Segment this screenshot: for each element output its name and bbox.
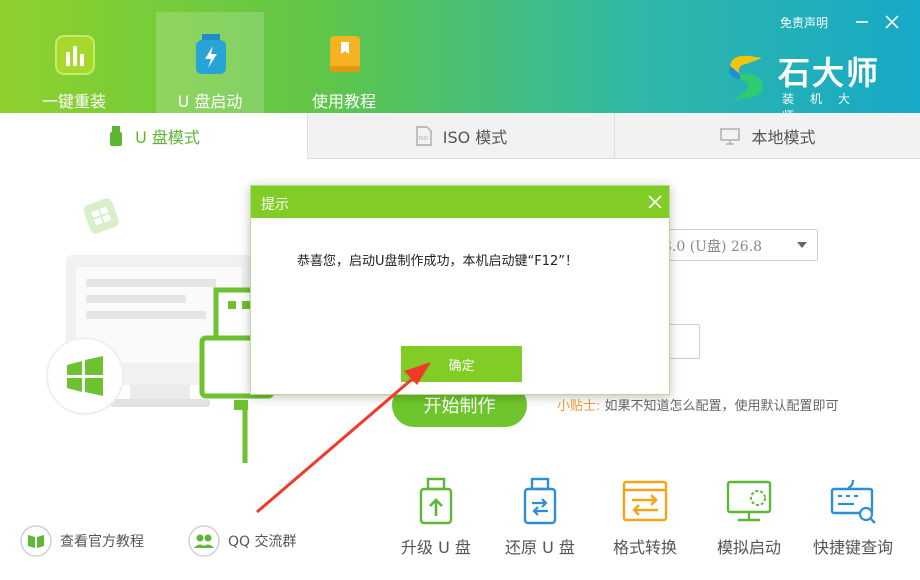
minimize-icon[interactable] [852, 12, 872, 32]
tool-restore-usb[interactable]: 还原 U 盘 [490, 476, 590, 557]
nav-tutorial[interactable]: 使用教程 [290, 12, 398, 113]
monitor-icon [720, 127, 741, 145]
nav-one-key-reinstall[interactable]: 一键重装 [20, 12, 128, 113]
tip-text: 小贴士: 如果不知道怎么配置，使用默认配置即可 [557, 395, 839, 414]
brand-name: 石大师 [778, 54, 881, 92]
mode-tabs: U 盘模式 ISO ISO 模式 本地模式 [0, 113, 920, 159]
tab-label: ISO 模式 [442, 127, 508, 147]
dialog-title-bar: 提示 [251, 186, 669, 218]
simulate-boot-icon [726, 480, 772, 522]
tool-format-convert[interactable]: 格式转换 [595, 476, 695, 557]
iso-file-icon: ISO [416, 125, 432, 146]
keyboard-search-icon [830, 479, 876, 524]
close-icon[interactable] [882, 12, 902, 32]
usb-bolt-icon [196, 34, 226, 74]
dialog-message: 恭喜您，启动U盘制作成功，本机启动键“F12”！ [297, 254, 579, 269]
format-convert-icon [622, 480, 668, 522]
dialog-title: 提示 [261, 197, 289, 213]
brand-logo: 石大师 装机大师 [722, 48, 892, 123]
prompt-dialog: 提示 恭喜您，启动U盘制作成功，本机启动键“F12”！ 确定 [250, 185, 670, 395]
header-bar: 一键重装 U 盘启动 使用教程 免责声明 石大师 装机大师 [0, 0, 920, 123]
usb-drive-icon [110, 126, 123, 146]
tab-iso-mode[interactable]: ISO ISO 模式 [308, 113, 614, 159]
disclaimer-link[interactable]: 免责声明 [780, 14, 828, 31]
close-icon[interactable] [647, 194, 663, 210]
usb-restore-icon [523, 477, 557, 525]
tool-shortcut-query[interactable]: 快捷键查询 [803, 476, 903, 557]
brand-mark-icon [729, 55, 763, 100]
official-tutorial-link[interactable]: 查看官方教程 [20, 524, 144, 558]
book-icon [330, 36, 360, 72]
nav-label: U 盘启动 [177, 92, 243, 111]
link-label: 查看官方教程 [60, 534, 144, 550]
tool-label: 还原 U 盘 [505, 538, 575, 557]
usb-upload-icon [419, 477, 453, 525]
nav-label: 使用教程 [311, 92, 376, 111]
tool-label: 模拟启动 [716, 538, 781, 557]
tool-label: 升级 U 盘 [401, 538, 471, 557]
confirm-button[interactable]: 确定 [401, 346, 522, 382]
tip-body: 如果不知道怎么配置，使用默认配置即可 [604, 399, 839, 414]
chart-icon [55, 35, 95, 75]
tool-upgrade-usb[interactable]: 升级 U 盘 [386, 476, 486, 557]
qq-group-link[interactable]: QQ 交流群 [188, 524, 297, 558]
tab-usb-mode[interactable]: U 盘模式 [0, 113, 307, 159]
tool-label: 格式转换 [612, 538, 677, 557]
device-select[interactable]: 3.0 (U盘) 26.8 [650, 229, 818, 261]
chevron-down-icon[interactable] [796, 240, 808, 250]
group-users-icon [188, 525, 220, 557]
nav-label: 一键重装 [41, 92, 106, 111]
tab-label: U 盘模式 [135, 128, 200, 147]
tool-label: 快捷键查询 [812, 538, 893, 557]
open-book-icon [20, 525, 52, 557]
tab-label: 本地模式 [751, 127, 816, 147]
tip-heading: 小贴士: [557, 399, 601, 414]
link-label: QQ 交流群 [228, 534, 297, 550]
tab-local-mode[interactable]: 本地模式 [615, 113, 920, 159]
tool-simulate-boot[interactable]: 模拟启动 [699, 476, 799, 557]
svg-text:ISO: ISO [418, 136, 428, 142]
nav-usb-boot[interactable]: U 盘启动 [156, 12, 264, 113]
